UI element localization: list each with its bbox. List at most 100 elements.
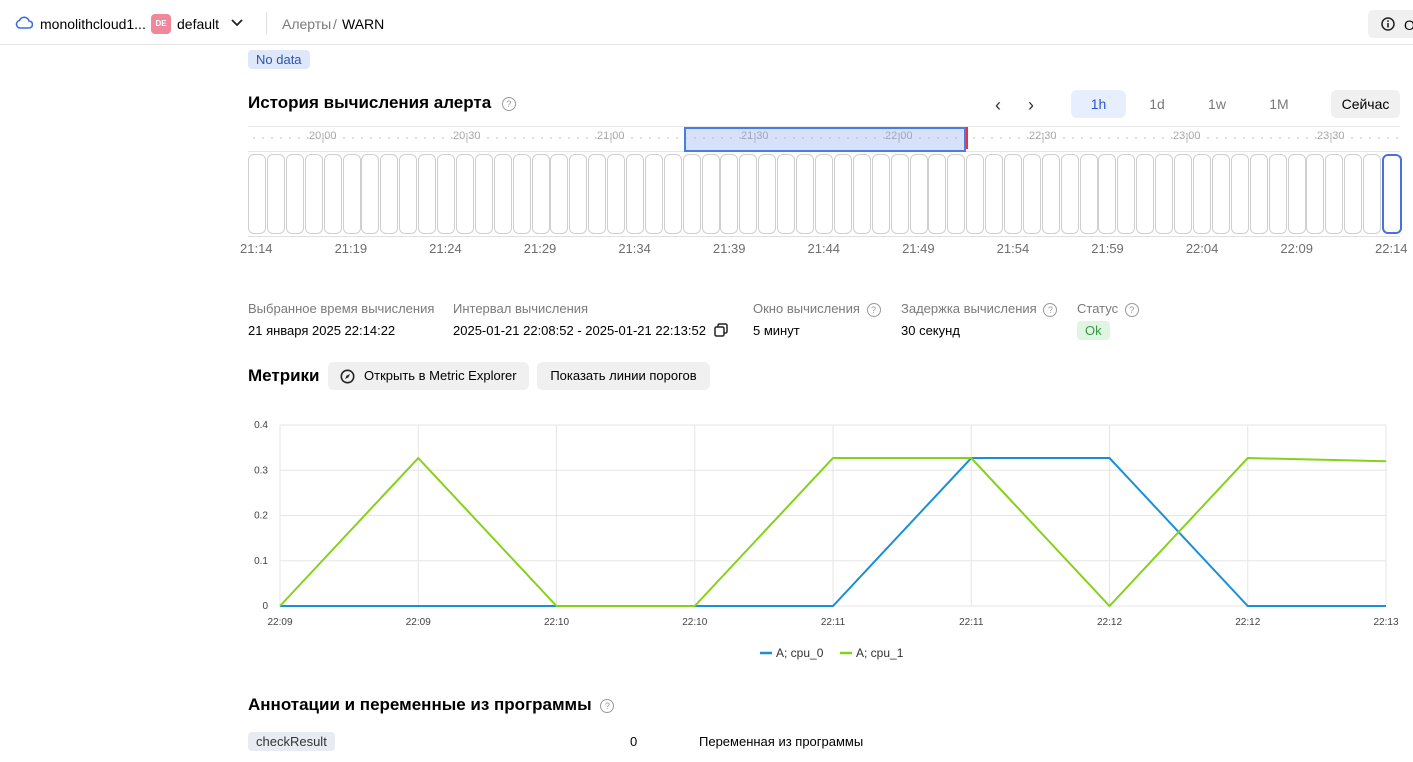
evaluation-bar[interactable] bbox=[418, 154, 436, 234]
evaluation-bar[interactable] bbox=[985, 154, 1003, 234]
cloud-name[interactable]: monolithcloud1... bbox=[40, 16, 146, 32]
metrics-chart[interactable]: 0 0.1 0.2 0.3 0.4 22:09 22:09 22:10 22:10 22:11 22… bbox=[240, 410, 1413, 670]
evaluation-bar[interactable] bbox=[1117, 154, 1135, 234]
chevron-down-icon[interactable] bbox=[230, 16, 244, 30]
breadcrumb-alerts[interactable]: Алерты bbox=[282, 16, 331, 32]
help-icon[interactable]: ? bbox=[600, 698, 615, 713]
evaluation-bar[interactable] bbox=[891, 154, 909, 234]
timeline-tick bbox=[1351, 137, 1353, 139]
evaluation-bar[interactable] bbox=[1250, 154, 1268, 234]
evaluation-bar[interactable] bbox=[1080, 154, 1098, 234]
copy-icon[interactable] bbox=[714, 323, 728, 337]
evaluation-bar[interactable] bbox=[1155, 154, 1173, 234]
prev-arrow-icon[interactable]: ‹ bbox=[995, 95, 1001, 116]
evaluation-bar[interactable] bbox=[437, 154, 455, 234]
evaluation-bar[interactable] bbox=[928, 154, 946, 234]
evaluation-time-label: 21:54 bbox=[996, 241, 1030, 256]
evaluation-bar[interactable] bbox=[324, 154, 342, 234]
evaluation-bar[interactable] bbox=[702, 154, 720, 234]
evaluation-bar[interactable] bbox=[1004, 154, 1022, 234]
evaluation-bar[interactable] bbox=[1193, 154, 1211, 234]
evaluation-bar[interactable] bbox=[1042, 154, 1060, 234]
timeline-tick bbox=[397, 137, 399, 139]
evaluation-bar[interactable] bbox=[910, 154, 928, 234]
evaluation-bar[interactable] bbox=[1098, 154, 1116, 234]
evaluation-bar[interactable] bbox=[758, 154, 776, 234]
timeline-tick bbox=[532, 137, 534, 139]
evaluation-bar[interactable] bbox=[380, 154, 398, 234]
evaluation-bar[interactable] bbox=[1136, 154, 1154, 234]
evaluation-bar[interactable] bbox=[475, 154, 493, 234]
selected-time-label: Выбранное время вычисления bbox=[248, 301, 435, 316]
evaluation-bar[interactable] bbox=[1344, 154, 1362, 234]
folder-name[interactable]: default bbox=[177, 16, 219, 32]
evaluation-bar[interactable] bbox=[1325, 154, 1343, 234]
timeline-tick bbox=[1387, 137, 1389, 139]
evaluation-bar[interactable] bbox=[626, 154, 644, 234]
now-button[interactable]: Сейчас bbox=[1331, 90, 1400, 118]
evaluation-bar[interactable] bbox=[456, 154, 474, 234]
evaluation-bar[interactable] bbox=[1306, 154, 1324, 234]
timeline-selection[interactable] bbox=[684, 127, 966, 152]
evaluation-bar[interactable] bbox=[550, 154, 568, 234]
timeline-tick bbox=[1072, 137, 1074, 139]
period-1d[interactable]: 1d bbox=[1133, 90, 1181, 118]
period-1w[interactable]: 1w bbox=[1193, 90, 1241, 118]
metrics-title: Метрики bbox=[248, 366, 320, 385]
evaluation-bar[interactable] bbox=[513, 154, 531, 234]
help-icon[interactable]: ? bbox=[1124, 302, 1139, 317]
evaluation-bar[interactable] bbox=[343, 154, 361, 234]
evaluation-bar[interactable] bbox=[966, 154, 984, 234]
open-metric-explorer-button[interactable]: Открыть в Metric Explorer bbox=[328, 362, 529, 390]
evaluation-bar[interactable] bbox=[796, 154, 814, 234]
evaluation-bar[interactable] bbox=[1023, 154, 1041, 234]
evaluation-bar[interactable] bbox=[607, 154, 625, 234]
show-thresholds-button[interactable]: Показать линии порогов bbox=[537, 362, 710, 390]
evaluation-bar[interactable] bbox=[588, 154, 606, 234]
help-icon[interactable]: ? bbox=[501, 96, 516, 111]
help-icon[interactable]: ? bbox=[866, 302, 881, 317]
history-title-row: История вычисления алерта ? bbox=[248, 93, 516, 113]
evaluation-bar[interactable] bbox=[1382, 154, 1402, 234]
next-arrow-icon[interactable]: › bbox=[1028, 95, 1034, 116]
timeline-tick bbox=[415, 137, 417, 139]
period-1M[interactable]: 1M bbox=[1255, 90, 1303, 118]
evaluation-bar[interactable] bbox=[853, 154, 871, 234]
evaluation-bar[interactable] bbox=[305, 154, 323, 234]
interval-value: 2025-01-21 22:08:52 - 2025-01-21 22:13:5… bbox=[453, 323, 706, 338]
evaluation-bar[interactable] bbox=[1363, 154, 1381, 234]
evaluation-bar[interactable] bbox=[248, 154, 266, 234]
evaluation-bar[interactable] bbox=[494, 154, 512, 234]
evaluation-bar[interactable] bbox=[399, 154, 417, 234]
evaluation-bar[interactable] bbox=[872, 154, 890, 234]
evaluation-bar[interactable] bbox=[777, 154, 795, 234]
evaluation-bar[interactable] bbox=[815, 154, 833, 234]
evaluation-bar[interactable] bbox=[1212, 154, 1230, 234]
evaluation-bar[interactable] bbox=[1174, 154, 1192, 234]
evaluation-bar[interactable] bbox=[645, 154, 663, 234]
timeline-tick bbox=[1279, 137, 1281, 139]
evaluation-bar[interactable] bbox=[1231, 154, 1249, 234]
evaluation-bar[interactable] bbox=[267, 154, 285, 234]
evaluation-bar[interactable] bbox=[664, 154, 682, 234]
info-button[interactable]: O bbox=[1368, 10, 1413, 38]
window-label-row: Окно вычисления ? bbox=[753, 301, 881, 317]
timeline-tick bbox=[1369, 137, 1371, 139]
evaluation-bar[interactable] bbox=[532, 154, 550, 234]
breadcrumb-current: WARN bbox=[342, 16, 385, 32]
evaluation-bar[interactable] bbox=[1061, 154, 1079, 234]
evaluation-bar[interactable] bbox=[361, 154, 379, 234]
evaluation-bar[interactable] bbox=[286, 154, 304, 234]
evaluation-bar[interactable] bbox=[947, 154, 965, 234]
evaluation-bar[interactable] bbox=[834, 154, 852, 234]
evaluation-bar[interactable] bbox=[569, 154, 587, 234]
evaluation-bar[interactable] bbox=[739, 154, 757, 234]
period-1h[interactable]: 1h bbox=[1071, 90, 1126, 118]
timeline-tick bbox=[577, 137, 579, 139]
evaluation-bar[interactable] bbox=[1269, 154, 1287, 234]
evaluation-bar[interactable] bbox=[683, 154, 701, 234]
evaluation-bar[interactable] bbox=[720, 154, 738, 234]
evaluation-bar[interactable] bbox=[1288, 154, 1306, 234]
x-tick-label: 22:11 bbox=[959, 617, 984, 628]
help-icon[interactable]: ? bbox=[1043, 302, 1058, 317]
